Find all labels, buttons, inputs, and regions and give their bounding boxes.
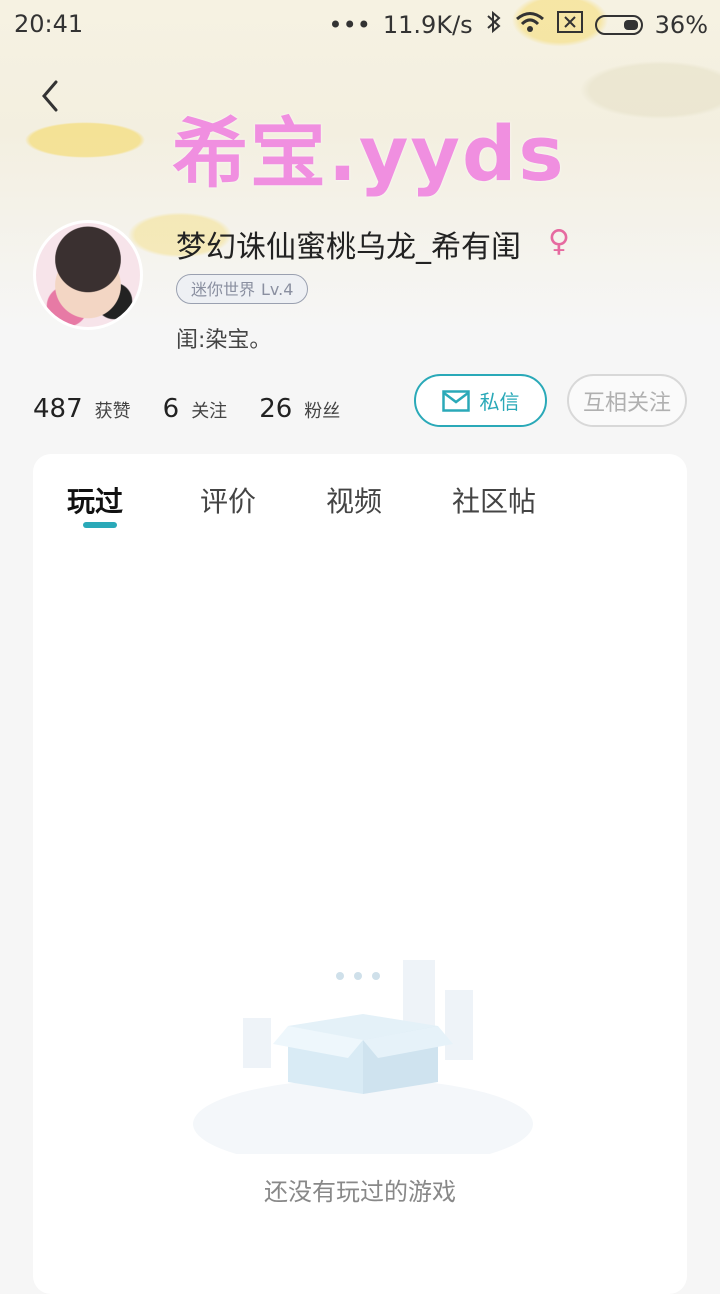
message-button[interactable]: 私信: [414, 374, 547, 427]
wifi-icon: [515, 10, 545, 40]
badge-game-name: 迷你世界: [191, 280, 256, 299]
tab-community-posts[interactable]: 社区帖: [452, 480, 536, 520]
stat-number: 6: [162, 394, 180, 424]
tab-played[interactable]: 玩过: [67, 480, 123, 520]
active-tab-indicator: [83, 522, 117, 528]
stat-followers[interactable]: 26 粉丝: [259, 394, 340, 424]
avatar[interactable]: [33, 220, 143, 330]
tab-videos[interactable]: 视频: [326, 480, 382, 520]
status-more-dots: •••: [328, 11, 371, 39]
badge-level: Lv.4: [261, 280, 294, 299]
empty-box-illustration: [193, 954, 533, 1169]
stat-label: 获赞: [94, 401, 131, 422]
stat-number: 487: [33, 394, 83, 424]
stats-row: 487 获赞 6 关注 26 粉丝: [33, 394, 356, 424]
chevron-left-icon: [42, 80, 58, 112]
tab-bar: 玩过 评价 视频 社区帖: [33, 454, 687, 534]
stat-number: 26: [259, 394, 293, 424]
banner-title: 希宝.yyds: [172, 109, 566, 198]
level-badge[interactable]: 迷你世界 Lv.4: [176, 274, 309, 304]
message-button-label: 私信: [479, 390, 520, 414]
bluetooth-icon: [485, 10, 503, 40]
mail-icon: [441, 389, 470, 412]
battery-icon: [594, 15, 643, 35]
content-card: 玩过 评价 视频 社区帖 还没有玩过的游戏: [33, 454, 687, 1294]
follow-button-label: 互相关注: [582, 390, 671, 416]
status-time: 20:41: [14, 10, 84, 38]
female-gender-icon: ♀: [548, 224, 570, 259]
sim-icon: [556, 11, 583, 39]
stat-following[interactable]: 6 关注: [163, 394, 228, 424]
mutual-follow-button[interactable]: 互相关注: [567, 374, 687, 427]
back-button[interactable]: [30, 78, 70, 118]
stat-likes[interactable]: 487 获赞: [33, 394, 131, 424]
status-right: ••• 11.9K/s 36%: [328, 10, 708, 40]
tab-reviews[interactable]: 评价: [200, 480, 256, 520]
empty-state-text: 还没有玩过的游戏: [264, 1178, 456, 1206]
status-bar: 20:41 ••• 11.9K/s 36%: [0, 0, 720, 50]
battery-level: 36%: [654, 11, 708, 39]
stat-label: 粉丝: [304, 401, 341, 422]
stat-label: 关注: [191, 401, 228, 422]
user-name: 梦幻诛仙蜜桃乌龙_希有闺: [176, 230, 521, 265]
user-bio: 闺:染宝。: [176, 328, 272, 353]
net-speed: 11.9K/s: [382, 11, 473, 39]
